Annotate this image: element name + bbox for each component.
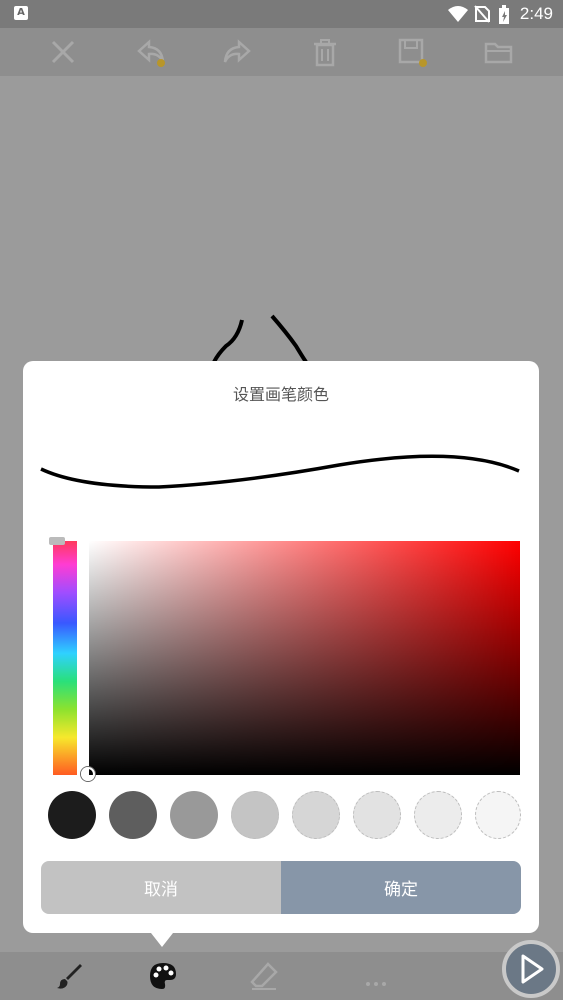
saturation-value-picker[interactable] <box>89 541 520 775</box>
dialog-pointer <box>151 933 173 947</box>
trash-icon[interactable] <box>309 36 341 68</box>
eraser-icon[interactable] <box>248 960 280 992</box>
more-icon[interactable] <box>360 960 392 992</box>
notification-icon: A <box>14 6 28 20</box>
folder-icon[interactable] <box>483 36 515 68</box>
hue-slider[interactable] <box>53 541 77 775</box>
top-toolbar <box>0 28 563 76</box>
hue-slider-handle[interactable] <box>49 537 65 545</box>
brush-stroke-preview <box>40 454 520 489</box>
cancel-button[interactable]: 取消 <box>41 861 281 914</box>
battery-icon <box>499 5 509 24</box>
dialog-buttons: 取消 确定 <box>41 861 521 914</box>
color-swatch[interactable] <box>353 791 401 839</box>
close-icon[interactable] <box>47 36 79 68</box>
color-swatch[interactable] <box>48 791 96 839</box>
play-button[interactable] <box>502 940 560 998</box>
color-swatch[interactable] <box>292 791 340 839</box>
clock: 2:49 <box>519 4 553 23</box>
color-swatch[interactable] <box>231 791 279 839</box>
status-bar: A 2:49 <box>0 0 563 28</box>
brush-icon[interactable] <box>54 960 86 992</box>
confirm-button[interactable]: 确定 <box>281 861 521 914</box>
redo-icon[interactable] <box>221 36 253 68</box>
wifi-icon <box>448 6 468 22</box>
palette-icon[interactable] <box>147 960 179 992</box>
color-swatch[interactable] <box>475 791 521 839</box>
color-picker-dialog: 设置画笔颜色 取消 确定 <box>23 361 539 947</box>
undo-icon[interactable] <box>135 36 167 68</box>
color-swatch[interactable] <box>414 791 462 839</box>
color-swatch[interactable] <box>170 791 218 839</box>
dialog-title: 设置画笔颜色 <box>232 385 329 404</box>
color-picker-handle[interactable] <box>81 767 95 781</box>
no-sim-icon <box>474 5 490 23</box>
bottom-toolbar <box>0 952 563 1000</box>
play-icon <box>521 954 544 984</box>
save-icon[interactable] <box>396 36 428 68</box>
color-swatch[interactable] <box>109 791 157 839</box>
